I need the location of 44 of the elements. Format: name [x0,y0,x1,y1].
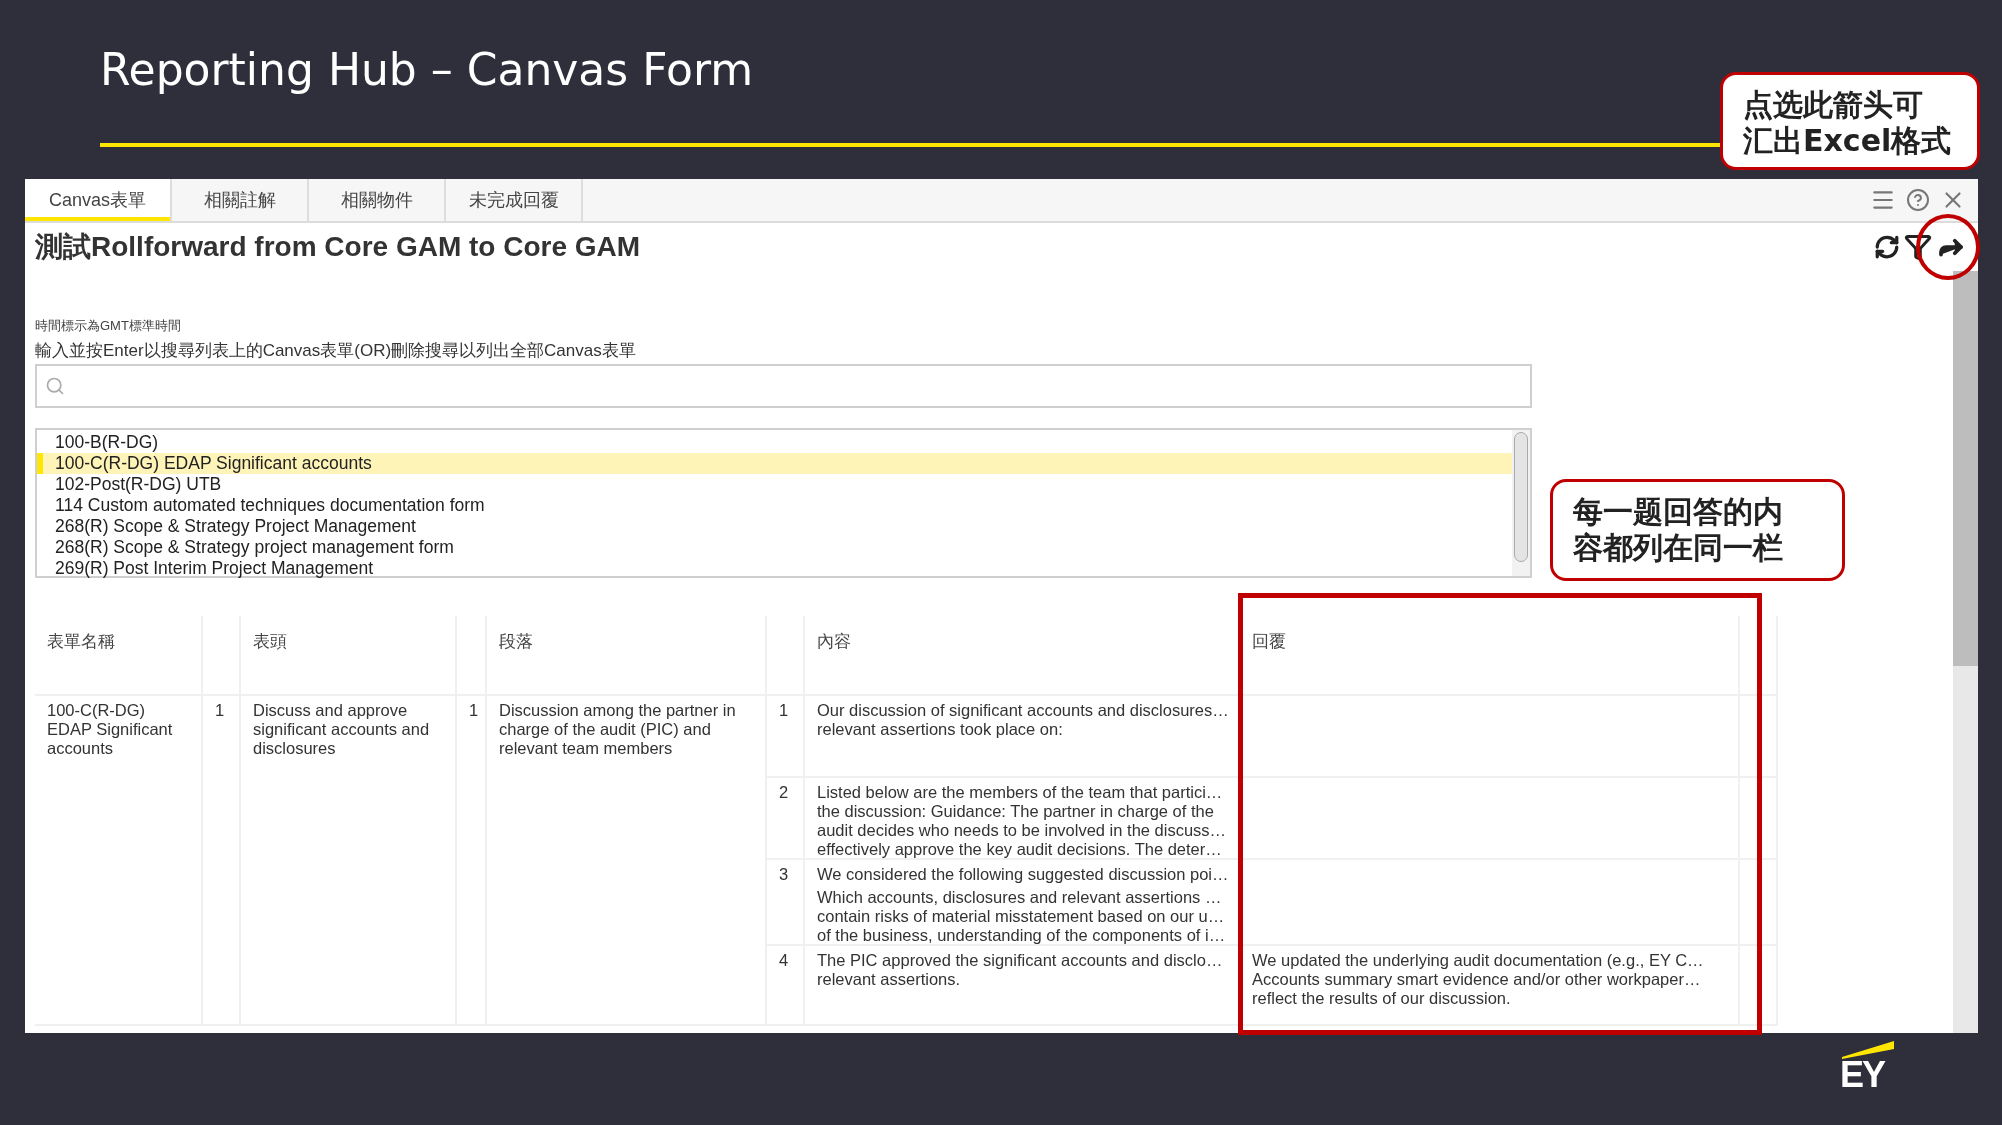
table-cell: The PIC approved the significant accounts and disclo… relevant assertions. [817,951,1223,988]
callout: 每一题回答的内 容都列在同一栏 [1550,479,1845,581]
table-cell: 1 [779,701,789,719]
filter-icon[interactable] [1904,233,1932,261]
search-icon [45,376,65,396]
table-cell: Which accounts, disclosures and relevant assertions … contain risks of material misstatement based on our u… of the business, understanding of the components of i… [817,888,1226,944]
help-icon[interactable] [1906,188,1930,212]
column-header: 內容 [805,616,1240,696]
list-item[interactable]: 268(R) Scope & Strategy Project Management [37,516,1512,537]
table-cell: Discuss and approve significant accounts and disclosures [253,701,430,757]
highlight-circle [1916,214,1980,280]
form-title: 測試Rollforward from Core GAM to Core GAM [35,230,641,264]
table-cell: We updated the underlying audit documentation (e.g., EY C… Accounts summary smart evidence and/or other workpaper… reflect the results of our discussion. [1252,951,1704,1007]
column-header: 段落 [487,616,767,696]
table-cell: 1 [215,701,225,719]
list-item[interactable]: 114 Custom automated techniques documentation form [37,495,1512,516]
column-header: 回覆 [1240,616,1740,696]
timezone-note: 時間標示為GMT標準時間 [35,317,182,335]
table-cell: 3 [779,865,789,883]
logo: EY [1840,1059,1885,1091]
search-instruction: 輸入並按Enter以搜尋列表上的Canvas表單(OR)刪除搜尋以列出全部Canvas表單 [35,340,637,362]
search-field[interactable] [35,364,1532,408]
table-cell: Discussion among the partner in charge of the audit (PIC) and relevant team members [499,701,736,757]
slide-title: Reporting Hub – Canvas Form [100,44,755,96]
column-header: 表頭 [241,616,457,696]
table-cell: We considered the following suggested discussion poi… [817,865,1229,883]
table-cell: 1 [469,701,479,719]
table-cell: 100-C(R-DG) EDAP Significant accounts [47,701,173,757]
table-cell: 2 [779,783,789,801]
refresh-icon[interactable] [1874,234,1900,260]
tab[interactable]: Canvas表單 [25,179,173,221]
list-item[interactable]: 269(R) Post Interim Project Management [37,558,1512,579]
scrollbar-thumb[interactable] [1953,271,1978,666]
scrollbar-thumb[interactable] [1514,432,1528,562]
list-item[interactable]: 100-C(R-DG) EDAP Significant accounts [37,453,1512,474]
callout: 点选此箭头可 汇出Excel格式 [1720,72,1980,170]
list-item[interactable]: 100-B(R-DG) [37,432,1512,453]
table-cell: Listed below are the members of the team that partici… the discussion: Guidance: The partner in charge of the audit decides who needs to be involved in the discuss… effectively approve the key audit decisions. The deter… [817,783,1227,858]
table-cell: Our discussion of significant accounts and disclosures… relevant assertions took place on: [817,701,1229,738]
list-item[interactable]: 268(R) Scope & Strategy project management form [37,537,1512,558]
logo-slash-icon [1842,1041,1894,1059]
table-cell: 4 [779,951,789,969]
list-item[interactable]: 102-Post(R-DG) UTB [37,474,1512,495]
column-header: 表單名稱 [35,616,203,696]
